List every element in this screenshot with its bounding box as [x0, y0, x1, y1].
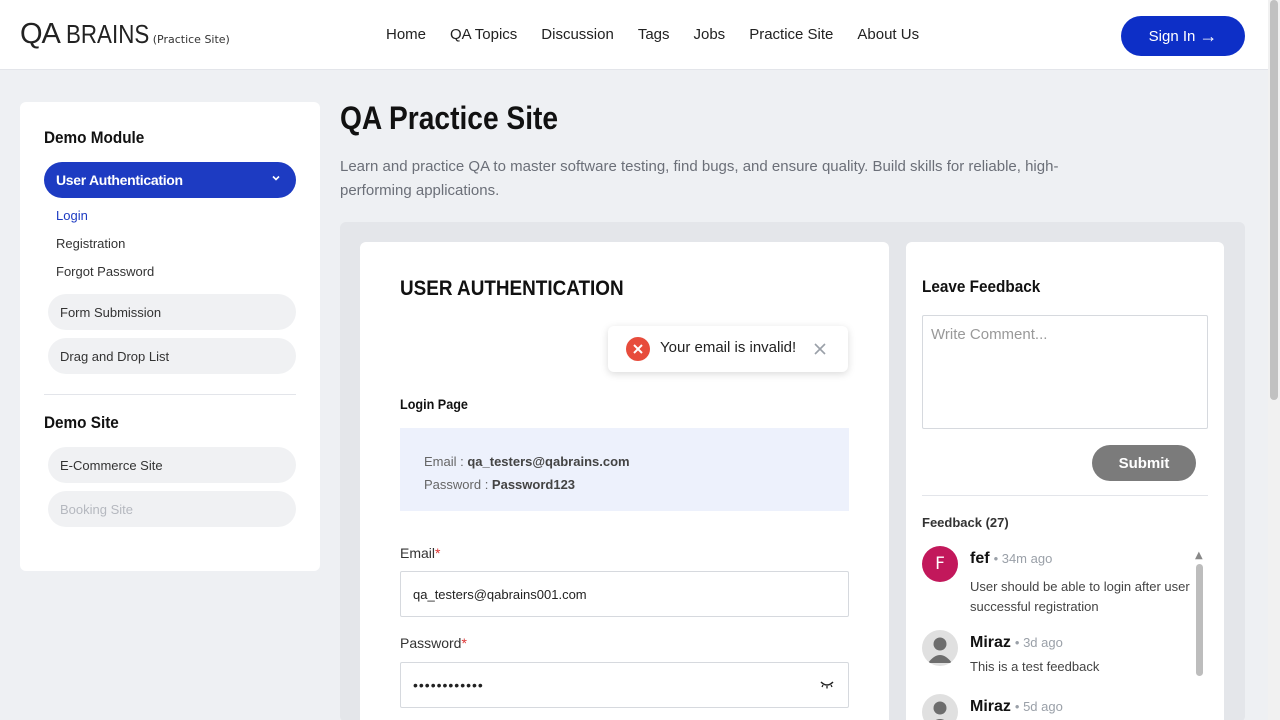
sidebar-divider [44, 394, 296, 395]
required-mark: * [461, 635, 467, 651]
sidebar-item-form-submission[interactable]: Form Submission [48, 294, 296, 330]
password-field[interactable]: •••••••••••• [400, 662, 849, 708]
required-mark: * [435, 545, 441, 561]
toast-message: Your email is invalid! [660, 339, 797, 356]
eye-closed-icon[interactable] [819, 678, 835, 694]
top-navbar: QA BRAINS (Practice Site) Home QA Topics… [0, 0, 1268, 70]
logo-word: BRAINS [65, 19, 150, 49]
sign-in-button[interactable]: Sign In → [1121, 16, 1245, 56]
feedback-count: Feedback (27) [922, 515, 1009, 530]
feedback-scrollbar-thumb[interactable] [1196, 564, 1203, 676]
site-logo[interactable]: QA BRAINS (Practice Site) [20, 18, 230, 51]
feedback-divider [922, 495, 1208, 496]
feedback-time: • 34m ago [993, 551, 1053, 566]
feedback-card: Leave Feedback Submit Feedback (27) F fe… [906, 242, 1224, 720]
cred-email-line: Email : qa_testers@qabrains.com [424, 454, 630, 469]
feedback-time: • 5d ago [1014, 699, 1063, 714]
error-icon [626, 337, 650, 361]
sidebar-sub-forgot-password[interactable]: Forgot Password [56, 264, 154, 279]
cred-email-value: qa_testers@qabrains.com [467, 454, 630, 469]
cred-password-line: Password : Password123 [424, 477, 575, 492]
page-scrollbar-thumb[interactable] [1270, 0, 1278, 400]
feedback-author-name: fef [970, 550, 990, 567]
page-description: Learn and practice QA to master software… [340, 158, 1059, 199]
sidebar-item-label: User Authentication [56, 172, 183, 188]
feedback-submit-button[interactable]: Submit [1092, 445, 1196, 481]
arrow-right-icon: → [1199, 26, 1218, 46]
nav-discussion[interactable]: Discussion [541, 26, 614, 43]
demo-module-heading: Demo Module [44, 128, 145, 147]
cred-email-label: Email : [424, 454, 468, 469]
main-nav: Home QA Topics Discussion Tags Jobs Prac… [386, 26, 943, 43]
cred-password-value: Password123 [491, 477, 576, 492]
login-page-heading: Login Page [400, 396, 468, 412]
feedback-textarea[interactable] [922, 315, 1208, 429]
avatar [922, 694, 958, 720]
sidebar-item-ecommerce-site[interactable]: E-Commerce Site [48, 447, 296, 483]
nav-tags[interactable]: Tags [638, 26, 670, 43]
chevron-down-icon [270, 172, 282, 187]
logo-subtitle: (Practice Site) [152, 33, 230, 46]
email-field[interactable] [400, 571, 849, 617]
email-label-text: Email [400, 545, 436, 561]
nav-jobs[interactable]: Jobs [694, 26, 726, 43]
password-label: Password* [400, 635, 467, 651]
page-title: QA Practice Site [340, 100, 559, 136]
sign-in-label: Sign In [1148, 27, 1196, 45]
sidebar-item-user-authentication[interactable]: User Authentication [44, 162, 296, 198]
feedback-author: Miraz • 5d ago [970, 698, 1063, 716]
feedback-author-name: Miraz [970, 634, 1011, 651]
nav-home[interactable]: Home [386, 26, 426, 43]
user-avatar-icon [928, 637, 952, 663]
sidebar: Demo Module User Authentication Login Re… [20, 102, 320, 571]
sidebar-sub-login[interactable]: Login [56, 208, 88, 223]
avatar [922, 630, 958, 666]
feedback-author: Miraz • 3d ago [970, 634, 1063, 652]
feedback-body: User should be able to login after user … [970, 579, 1190, 614]
user-authentication-card: USER AUTHENTICATION Your email is invali… [360, 242, 889, 720]
nav-about-us[interactable]: About Us [857, 26, 919, 43]
page-scrollbar[interactable] [1268, 0, 1280, 720]
demo-site-heading: Demo Site [44, 413, 119, 432]
nav-qa-topics[interactable]: QA Topics [450, 26, 517, 43]
email-label: Email* [400, 545, 440, 561]
feedback-author: fef • 34m ago [970, 550, 1052, 568]
sidebar-sub-registration[interactable]: Registration [56, 236, 125, 251]
credentials-hint: Email : qa_testers@qabrains.com Password… [400, 428, 849, 511]
sidebar-item-booking-site: Booking Site [48, 491, 296, 527]
nav-practice-site[interactable]: Practice Site [749, 26, 833, 43]
feedback-body: This is a test feedback [970, 659, 1100, 674]
auth-card-title: USER AUTHENTICATION [400, 277, 624, 300]
password-label-text: Password [400, 635, 462, 651]
feedback-title: Leave Feedback [922, 277, 1041, 296]
feedback-time: • 3d ago [1014, 635, 1063, 650]
avatar: F [922, 546, 958, 582]
logo-mark: QA [20, 18, 61, 50]
scroll-up-icon[interactable]: ▲ [1195, 550, 1203, 561]
error-toast: Your email is invalid! [608, 326, 848, 372]
sidebar-item-drag-drop-list[interactable]: Drag and Drop List [48, 338, 296, 374]
feedback-scrollbar[interactable]: ▲ [1195, 550, 1205, 720]
close-icon[interactable] [813, 337, 827, 361]
cred-password-label: Password : [424, 477, 492, 492]
feedback-author-name: Miraz [970, 698, 1011, 715]
user-avatar-icon [933, 701, 947, 720]
